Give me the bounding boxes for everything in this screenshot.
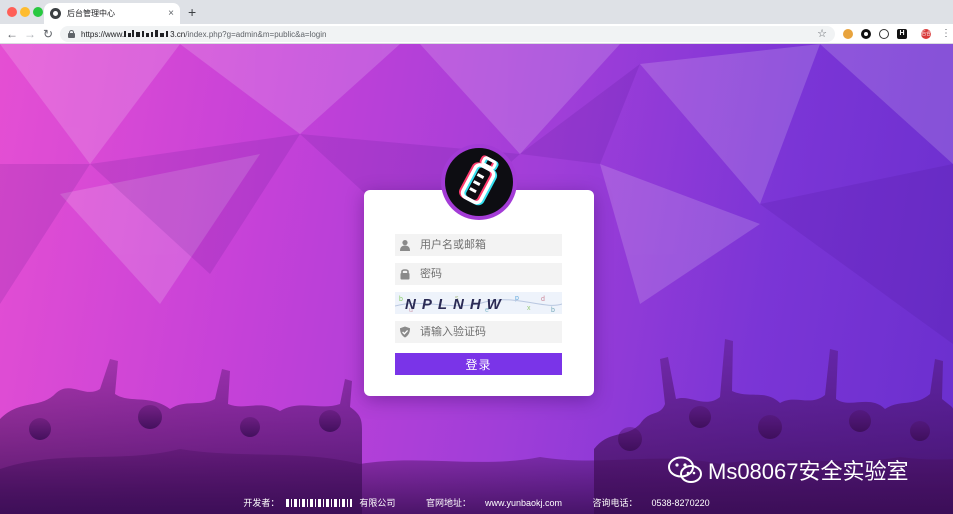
phone-label: 咨询电话： (592, 498, 638, 508)
kebab-menu-icon[interactable]: ⋮ (941, 28, 951, 40)
svg-text:b: b (399, 296, 403, 303)
wechat-watermark: Ms08067安全实验室 (668, 454, 909, 486)
login-page: bu px db se NPLNHW 登录 (0, 44, 953, 514)
captcha-image[interactable]: bu px db se NPLNHW (395, 292, 562, 314)
svg-text:b: b (551, 307, 555, 314)
phone-number: 0538-8270220 (651, 498, 710, 508)
verification-code-field[interactable] (395, 321, 562, 343)
cookie-extension-icon[interactable] (843, 29, 853, 39)
watermark-text: Ms08067安全实验室 (708, 459, 909, 484)
password-input[interactable] (420, 268, 550, 280)
captcha-text: NPLNHW (405, 296, 507, 313)
developer-label: 开发者： (243, 498, 280, 508)
bookmark-star-icon[interactable]: ☆ (817, 27, 827, 40)
baby-bottle-icon (459, 155, 499, 206)
phone-info: 咨询电话： 0538-8270220 (586, 498, 717, 508)
back-arrow-icon[interactable]: ← (6, 26, 18, 42)
redacted-company-name (286, 499, 353, 507)
url-host-suffix: 3.cn (170, 29, 186, 39)
app-logo (441, 144, 517, 220)
url-text: https://www. 3.cn/index.php?g=admin&m=pub… (81, 29, 327, 39)
username-field[interactable] (395, 234, 562, 256)
close-window-button[interactable] (7, 7, 17, 17)
forward-arrow-icon[interactable]: → (24, 26, 36, 42)
padlock-icon (400, 269, 410, 280)
website-info: 官网地址： www.yunbaokj.com (419, 498, 569, 508)
verification-code-input[interactable] (420, 326, 550, 338)
developer-info: 开发者： 有限公司 (236, 498, 402, 508)
svg-text:x: x (527, 305, 531, 312)
address-bar[interactable]: https://www. 3.cn/index.php?g=admin&m=pub… (60, 26, 835, 42)
browser-tab-active[interactable]: 后台管理中心 × (44, 3, 180, 24)
circle-extension-icon[interactable] (861, 29, 871, 39)
minimize-window-button[interactable] (20, 7, 30, 17)
browser-window: 后台管理中心 × + ← → ↻ https://www. 3.cn/index.… (0, 0, 953, 514)
page-footer: 开发者： 有限公司 官网地址： www.yunbaokj.com 咨询电话： 0538… (0, 496, 953, 509)
eye-extension-icon[interactable] (879, 29, 889, 39)
tab-strip: 后台管理中心 × + (0, 0, 953, 24)
login-card: bu px db se NPLNHW 登录 (364, 190, 594, 396)
developer-suffix: 有限公司 (359, 498, 396, 508)
profile-avatar[interactable]: 后合 (921, 29, 931, 39)
username-input[interactable] (420, 239, 550, 251)
reload-icon[interactable]: ↻ (43, 26, 53, 42)
tab-title: 后台管理中心 (67, 9, 115, 18)
wechat-icon (668, 456, 702, 483)
user-icon (400, 240, 410, 251)
url-path: /index.php?g=admin&m=public&a=login (185, 29, 327, 39)
browser-toolbar: ← → ↻ https://www. 3.cn/index.php?g=admin… (0, 24, 953, 44)
website-label: 官网地址： (425, 498, 471, 508)
shield-check-icon (400, 326, 410, 338)
new-tab-button[interactable]: + (188, 5, 196, 19)
globe-icon (50, 8, 61, 19)
login-button[interactable]: 登录 (395, 353, 562, 375)
website-link[interactable]: www.yunbaokj.com (485, 498, 562, 508)
maximize-window-button[interactable] (33, 7, 43, 17)
password-field[interactable] (395, 263, 562, 285)
lock-icon[interactable] (68, 30, 75, 38)
svg-text:d: d (541, 296, 545, 303)
tab-close-icon[interactable]: × (168, 8, 174, 19)
url-prefix: https://www. (81, 29, 125, 39)
h-extension-icon[interactable]: H (897, 29, 907, 39)
redacted-domain (124, 29, 169, 37)
